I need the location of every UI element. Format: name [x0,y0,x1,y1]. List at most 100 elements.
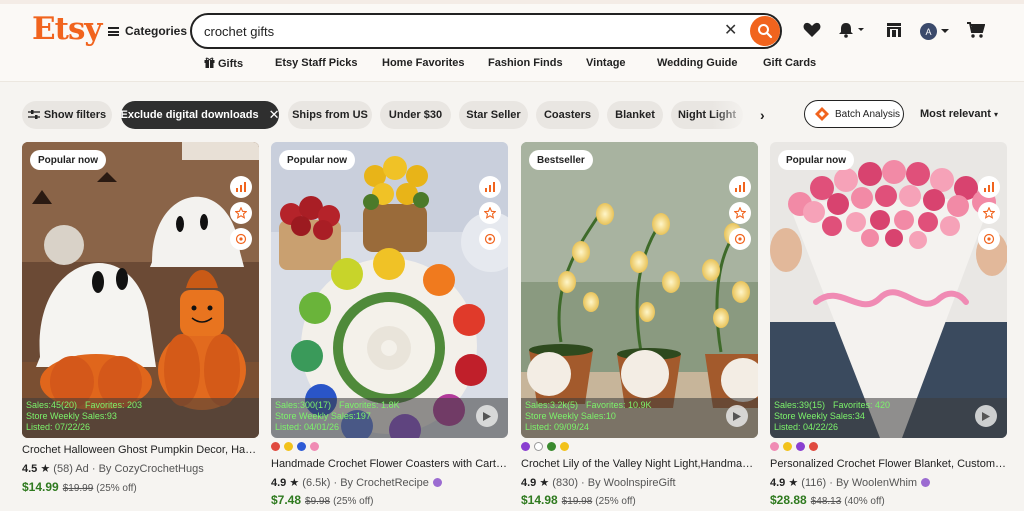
show-filters-button[interactable]: Show filters [22,101,112,129]
stat-listed: Listed: 09/09/24 [525,422,590,432]
stat-sales: Sales:300(17) [275,400,332,410]
swatch-red[interactable] [271,442,280,451]
listing-image[interactable]: Popular now Sales:39(15) Favorites: 420 S… [770,142,1007,438]
trend-chart-icon[interactable] [729,176,751,198]
listing-image[interactable]: Popular now Sales:45(20) Favorites: 203 S… [22,142,259,438]
play-icon [982,411,990,421]
original-price: $48.13 [810,496,842,507]
listing-stats-overlay: Sales:300(17) Favorites: 1.8K Store Weekl… [271,398,508,438]
favorite-star-icon[interactable] [479,202,501,224]
listing-image[interactable]: Popular now Sales:300(17) Favorites: 1.8K… [271,142,508,438]
chip-under-30[interactable]: Under $30 [380,101,451,129]
swatch-red[interactable] [809,442,818,451]
sale-price: $28.88 [770,493,807,507]
top-strip [0,0,1024,4]
target-icon[interactable] [729,228,751,250]
account-menu[interactable]: A [920,23,949,40]
nav-staff-picks[interactable]: Etsy Staff Picks [275,57,358,69]
trend-chart-icon[interactable] [978,176,1000,198]
listing-stats-overlay: Sales:3.2k(5) Favorites: 10.9K Store Week… [521,398,758,438]
sort-dropdown[interactable]: Most relevant ▾ [920,108,998,120]
target-icon[interactable] [479,228,501,250]
swatch-purple[interactable] [521,442,530,451]
color-swatches [271,442,319,452]
flower-coasters-photo [271,142,508,438]
nav-fashion-finds[interactable]: Fashion Finds [488,57,563,69]
listing-image[interactable]: Bestseller Sales:3.2k(5) Favorites: 10.9K… [521,142,758,438]
chip-coasters[interactable]: Coasters [536,101,599,129]
review-count: (830) [552,477,578,489]
swatch-purple[interactable] [796,442,805,451]
search-input[interactable] [204,22,704,40]
nav-gift-cards[interactable]: Gift Cards [763,57,816,69]
favorite-star-icon[interactable] [230,202,252,224]
flower-blanket-photo [770,142,1007,438]
active-filter-label: Exclude digital downloads [120,109,259,121]
listing-title[interactable]: Crochet Halloween Ghost Pumpkin Decor, H… [22,444,259,456]
chip-star-seller[interactable]: Star Seller [459,101,528,129]
nav-home-favorites[interactable]: Home Favorites [382,57,465,69]
shop-name[interactable]: By CozyCrochetHugs [99,463,204,475]
filter-bar: Show filters Exclude digital downloads ✕… [0,100,1024,129]
listing-title[interactable]: Handmade Crochet Flower Coasters with Ca… [271,458,508,470]
swatch-white[interactable] [534,442,543,451]
shop-name[interactable]: By WoolenWhim [836,477,917,489]
clear-search-icon[interactable]: ✕ [724,21,737,41]
favorite-star-icon[interactable] [729,202,751,224]
nav-vintage[interactable]: Vintage [586,57,626,69]
rating-value: 4.9 [770,477,786,489]
categories-button[interactable]: Categories [108,24,187,38]
play-video-button[interactable] [975,405,997,427]
swatch-yellow[interactable] [284,442,293,451]
swatch-yellow[interactable] [560,442,569,451]
swatch-blue[interactable] [297,442,306,451]
listing-title[interactable]: Personalized Crochet Flower Blanket, Cus… [770,458,1007,470]
search-icon [758,24,773,39]
nav-gifts[interactable]: Gifts [204,57,243,70]
chip-blanket[interactable]: Blanket [607,101,663,129]
notifications-bell-icon[interactable] [838,22,866,43]
swatch-green[interactable] [547,442,556,451]
chip-ships-from-us[interactable]: Ships from US [288,101,372,129]
etsy-logo[interactable]: Etsy [32,11,102,47]
stat-weekly-sales: Store Weekly Sales:93 [26,411,117,421]
listing-title[interactable]: Crochet Lily of the Valley Night Light,H… [521,458,758,470]
batch-analysis-button[interactable]: Batch Analysis [804,100,904,128]
shop-name[interactable]: By CrochetRecipe [340,477,429,489]
discount: (25% off) [595,496,636,507]
original-price: $9.98 [305,496,331,507]
listing-card[interactable]: Popular now Sales:39(15) Favorites: 420 S… [770,142,1007,511]
play-video-button[interactable] [476,405,498,427]
swatch-yellow[interactable] [783,442,792,451]
swatch-pink[interactable] [310,442,319,451]
favorite-star-icon[interactable] [978,202,1000,224]
listing-card[interactable]: Popular now Sales:300(17) Favorites: 1.8K… [271,142,508,511]
stat-favorites: Favorites: 203 [85,400,143,410]
nav-wedding-guide[interactable]: Wedding Guide [657,57,737,69]
stat-sales: Sales:3.2k(5) [525,400,579,410]
shop-manager-icon[interactable] [885,22,903,43]
target-icon[interactable] [230,228,252,250]
star-seller-icon [432,478,442,487]
gift-icon [204,57,215,68]
listing-card[interactable]: Popular now Sales:45(20) Favorites: 203 S… [22,142,259,511]
active-filter-chip[interactable]: Exclude digital downloads ✕ [120,101,280,129]
listing-rating: 4.9 ★ (116) · By WoolenWhim [770,476,931,489]
play-video-button[interactable] [726,405,748,427]
favorites-heart-icon[interactable] [803,22,821,43]
search-button[interactable] [750,16,780,46]
avatar: A [920,23,937,40]
chevron-right-icon[interactable]: › [760,107,765,123]
listing-card[interactable]: Bestseller Sales:3.2k(5) Favorites: 10.9K… [521,142,758,511]
swatch-pink[interactable] [770,442,779,451]
discount: (25% off) [96,483,137,494]
rating-star-icon: ★ [539,477,550,489]
trend-chart-icon[interactable] [479,176,501,198]
remove-filter-icon[interactable]: ✕ [269,107,280,123]
target-icon[interactable] [978,228,1000,250]
cart-icon[interactable] [967,22,986,43]
search-bar: ✕ [190,13,782,49]
listing-badge: Popular now [30,150,106,170]
shop-name[interactable]: By WoolnspireGift [588,477,676,489]
trend-chart-icon[interactable] [230,176,252,198]
